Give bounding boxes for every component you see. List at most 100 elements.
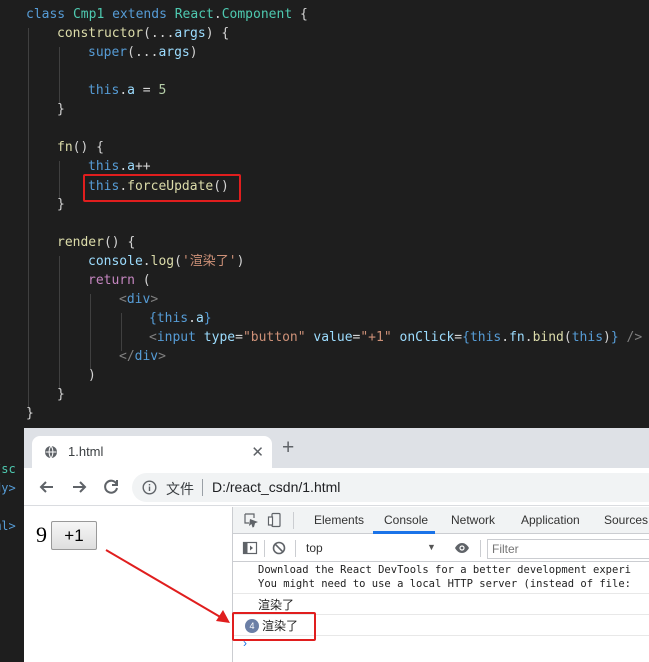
code-line-17: {this.a} [149, 309, 212, 328]
code-token: = [134, 83, 159, 98]
strip-fragment: dy> [0, 481, 16, 495]
code-token: a [195, 311, 204, 326]
divider [264, 540, 265, 557]
code-token: < [119, 292, 127, 307]
code-token: { [462, 330, 470, 345]
url-text[interactable]: D:/react_csdn/1.html [212, 479, 340, 495]
code-editor: class Cmp1 extends React.Component { con… [0, 0, 649, 428]
tab-network[interactable]: Network [451, 513, 495, 527]
code-token: ) [603, 330, 611, 345]
divider [295, 540, 296, 557]
code-token: } [57, 197, 65, 212]
code-token: (... [127, 45, 159, 60]
code-token: type [203, 330, 236, 345]
code-token: . [213, 7, 222, 22]
tab-sources[interactable]: Sources [604, 513, 648, 527]
code-token: div [126, 292, 151, 307]
code-token: value [313, 330, 353, 345]
code-line-20: ) [88, 366, 96, 385]
code-token: ) [236, 254, 245, 269]
forward-arrow-icon[interactable] [66, 474, 92, 500]
code-line-2: constructor(...args) { [57, 24, 229, 43]
divider [293, 512, 294, 529]
code-line-13: render() { [57, 233, 135, 252]
code-token: . [119, 83, 128, 98]
code-token: class [26, 7, 73, 22]
dropdown-arrow-icon[interactable]: ▼ [427, 542, 436, 552]
code-token: log [150, 254, 175, 269]
sidebar-toggle-icon[interactable] [242, 540, 258, 556]
code-token: ) [88, 368, 96, 383]
code-token: this [88, 83, 120, 98]
code-token: a [127, 159, 135, 174]
code-token: '渲染了' [181, 254, 237, 269]
tab-title: 1.html [68, 444, 104, 459]
code-token: { [292, 7, 308, 22]
filter-input[interactable] [487, 539, 649, 559]
code-token: bind [532, 330, 564, 345]
force-update-highlight-box [83, 174, 241, 202]
code-token: console [88, 254, 143, 269]
console-toolbar: top ▼ [233, 535, 649, 562]
code-token: Cmp1 [72, 7, 113, 22]
increment-button[interactable]: +1 [51, 521, 97, 550]
tab-application[interactable]: Application [521, 513, 580, 527]
info-icon[interactable] [142, 480, 157, 495]
code-token: fn [509, 330, 525, 345]
code-token: </ [119, 349, 135, 364]
indent-guide [59, 161, 60, 199]
code-token: "+1" [360, 330, 392, 345]
code-token: . [524, 330, 533, 345]
close-icon[interactable]: ✕ [251, 443, 264, 461]
plus-icon[interactable]: + [282, 436, 294, 460]
code-line-1: class Cmp1 extends React.Component { [26, 5, 308, 24]
code-token: this [571, 330, 604, 345]
tab-strip: 1.html ✕ + [24, 428, 649, 468]
context-selector[interactable]: top [306, 541, 323, 555]
code-token: React [174, 7, 214, 22]
counter-value: 9 [36, 522, 47, 547]
console-message: Download the React DevTools for a better… [233, 564, 649, 594]
reload-icon[interactable] [98, 474, 124, 500]
code-line-3: super(...args) [88, 43, 198, 62]
code-token: input [156, 330, 204, 345]
code-token: . [501, 330, 510, 345]
inspect-element-icon[interactable] [243, 512, 259, 528]
browser-toolbar: 文件 D:/react_csdn/1.html [24, 468, 649, 506]
code-token: < [149, 330, 157, 345]
security-label: 文件 [166, 481, 194, 497]
editor-side-strip: /sc dy> ml> [0, 428, 24, 662]
code-line-18: <input type="button" value="+1" onClick=… [149, 328, 642, 347]
code-token: . [188, 311, 196, 326]
code-token: . [119, 159, 128, 174]
back-arrow-icon[interactable] [34, 474, 60, 500]
code-token: > [158, 349, 166, 364]
code-token: = [454, 330, 463, 345]
device-toolbar-icon[interactable] [267, 512, 283, 528]
code-token: this [156, 311, 189, 326]
code-token: Component [221, 7, 293, 22]
log-text: 渲染了 [258, 598, 295, 612]
indent-guide [121, 313, 122, 351]
code-token: { [149, 311, 157, 326]
eye-icon[interactable] [454, 540, 470, 556]
divider [480, 540, 481, 557]
code-token: } [203, 311, 212, 326]
code-token: } [26, 406, 34, 421]
log-highlight-box [232, 612, 316, 641]
code-line-5: this.a = 5 [88, 81, 166, 100]
code-token: super [88, 45, 128, 60]
code-token: ) [189, 45, 198, 60]
browser-tab[interactable]: 1.html ✕ [32, 436, 272, 468]
code-token: constructor [57, 26, 144, 41]
tab-elements[interactable]: Elements [314, 513, 364, 527]
tab-console[interactable]: Console [384, 513, 428, 527]
code-token: fn [57, 140, 73, 155]
message-line: Download the React DevTools for a better… [258, 564, 631, 576]
clear-console-icon[interactable] [271, 540, 287, 556]
code-token: return [88, 273, 135, 288]
address-bar[interactable]: 文件 D:/react_csdn/1.html [132, 473, 649, 502]
divider [202, 479, 203, 496]
code-token: this [88, 159, 120, 174]
